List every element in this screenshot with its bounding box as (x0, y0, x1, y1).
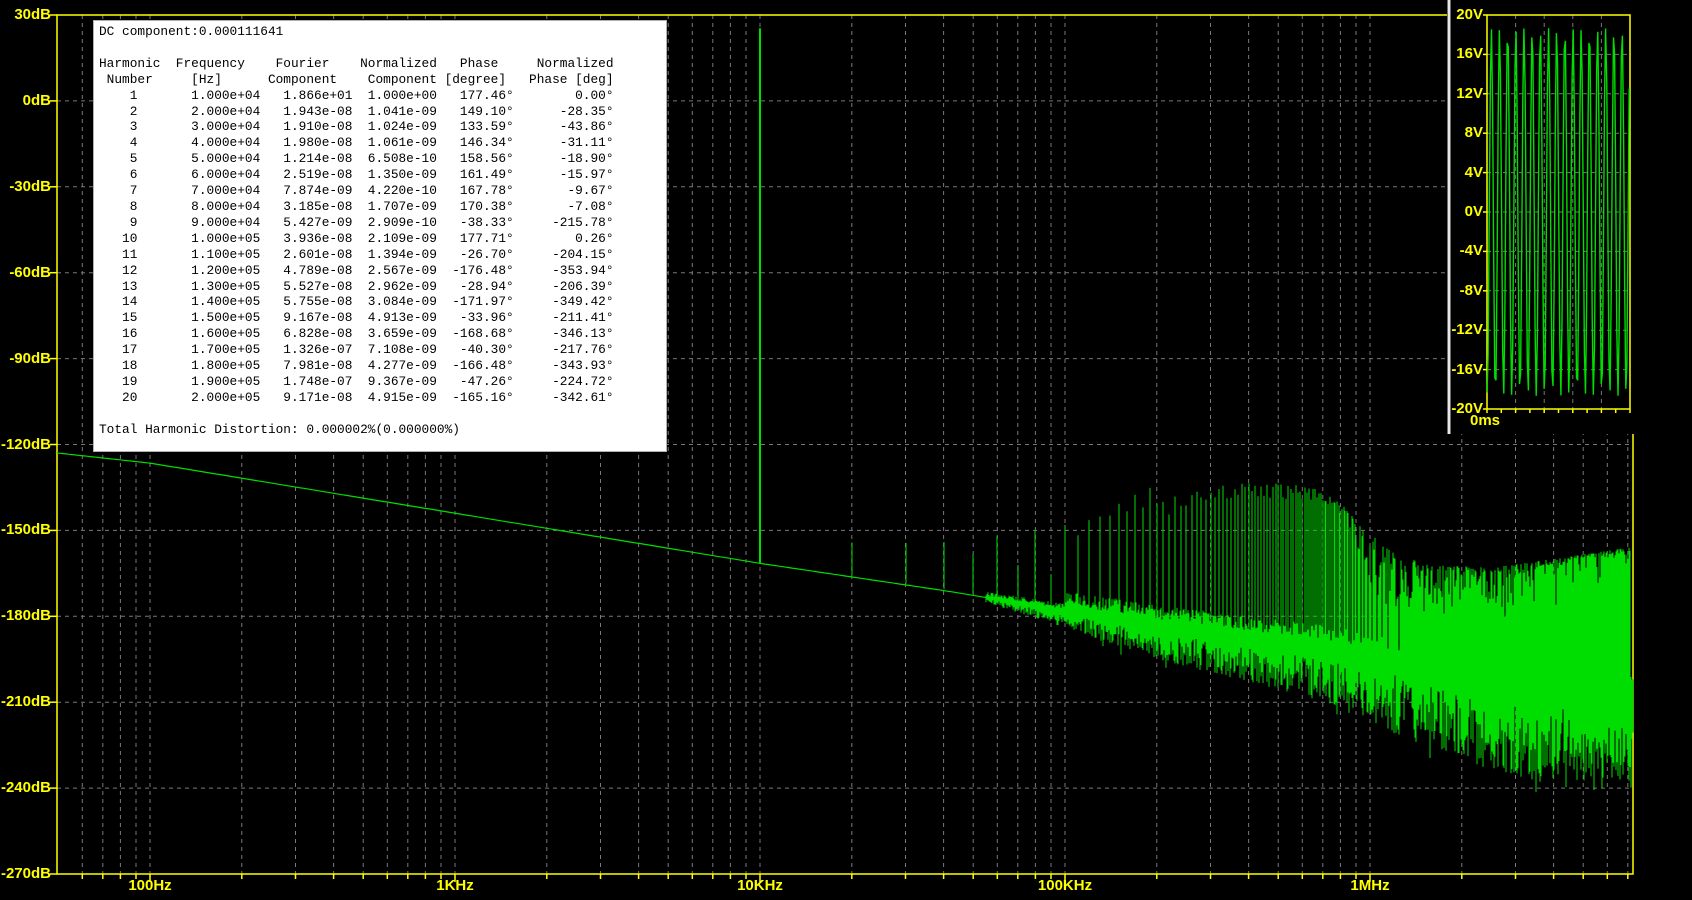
fft-ylabel--120dB: -120dB (0, 436, 51, 453)
fft-ylabel--60dB: -60dB (9, 264, 51, 281)
fft-xlabel-100Hz: 100Hz (128, 877, 172, 894)
fft-ylabel--270dB: -270dB (0, 865, 51, 882)
fft-ylabel-0dB: 0dB (22, 92, 51, 109)
fourier-table: DC component:0.000111641 Harmonic Freque… (99, 24, 614, 437)
fourier-analysis-window[interactable]: DC component:0.000111641 Harmonic Freque… (93, 20, 667, 452)
fft-ylabel-30dB: 30dB (14, 6, 51, 23)
fft-ylabel--240dB: -240dB (0, 779, 51, 796)
fft-xlabel-100KHz: 100KHz (1037, 877, 1093, 894)
fft-ylabel--30dB: -30dB (9, 178, 51, 195)
inset-ylabel-0V: 0V (1464, 203, 1483, 220)
inset-ylabel-20V: 20V (1456, 6, 1483, 23)
fft-xlabel-1KHz: 1KHz (436, 877, 474, 894)
inset-ylabel--8V: -8V (1459, 282, 1483, 299)
inset-ylabel-12V: 12V (1456, 85, 1483, 102)
fft-xlabel-1MHz: 1MHz (1350, 877, 1390, 894)
fft-ylabel--210dB: -210dB (0, 693, 51, 710)
inset-ylabel-16V: 16V (1456, 45, 1483, 62)
inset-plot-area[interactable] (1487, 15, 1630, 409)
waveform-viewer-window: 30dB 0dB -30dB -60dB -90dB -120dB -150dB -180dB… (0, 0, 1692, 900)
inset-ylabel-8V: 8V (1464, 124, 1483, 141)
inset-ylabel--4V: -4V (1459, 242, 1483, 259)
inset-ylabel--12V: -12V (1451, 321, 1483, 338)
fft-ylabel--90dB: -90dB (9, 350, 51, 367)
inset-ylabel--16V: -16V (1451, 361, 1483, 378)
inset-ylabel-4V: 4V (1464, 164, 1483, 181)
fft-ylabel--150dB: -150dB (0, 521, 51, 538)
inset-xlabel-0ms: 0ms (1469, 412, 1501, 429)
fft-xlabel-10KHz: 10KHz (737, 877, 783, 894)
fft-ylabel--180dB: -180dB (0, 607, 51, 624)
